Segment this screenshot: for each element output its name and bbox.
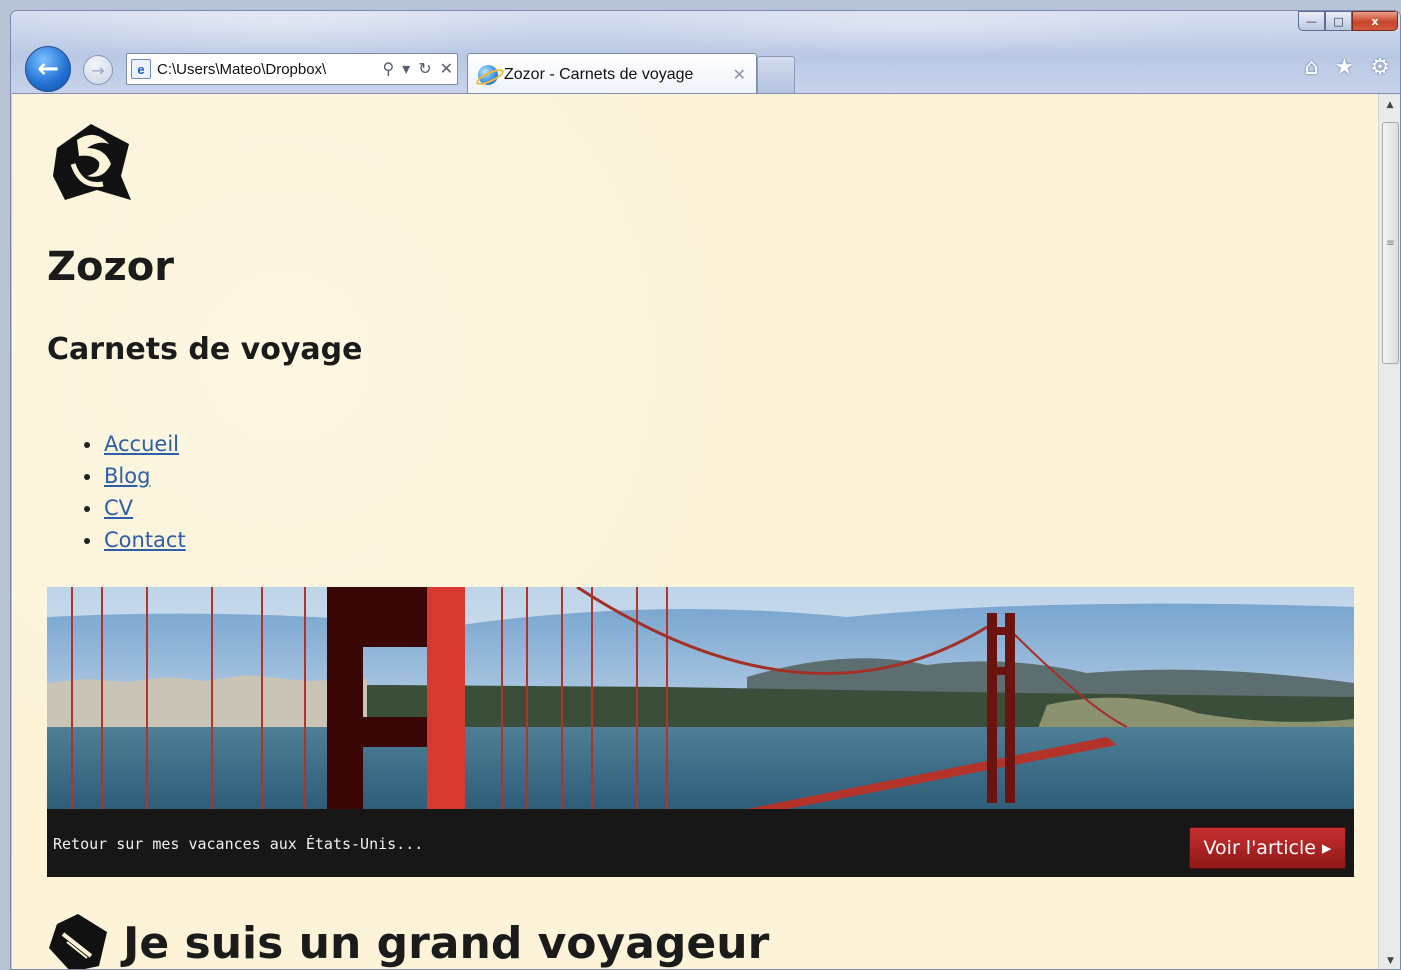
favorites-star-icon[interactable]: ★ <box>1335 55 1355 80</box>
close-window-button[interactable]: x <box>1352 11 1398 31</box>
site-title: Zozor <box>47 244 174 290</box>
maximize-button[interactable]: □ <box>1325 11 1352 31</box>
web-page: Zozor Carnets de voyage Accueil Blog CV … <box>12 94 1378 969</box>
tab-active[interactable]: Zozor - Carnets de voyage ✕ <box>467 53 757 95</box>
nav-item-accueil: Accueil <box>82 428 186 460</box>
nav-link-blog[interactable]: Blog <box>104 464 150 488</box>
nav-item-cv: CV <box>82 492 186 524</box>
main-nav: Accueil Blog CV Contact <box>82 428 186 556</box>
browser-tools: ⌂ ★ ⚙ <box>1305 55 1390 80</box>
scroll-down-icon[interactable]: ▼ <box>1379 950 1400 969</box>
scroll-thumb[interactable]: ≡ <box>1382 122 1399 364</box>
dropdown-icon[interactable]: ▾ <box>402 59 410 79</box>
address-text[interactable]: C:\Users\Mateo\Dropbox\ <box>157 61 376 78</box>
nav-item-blog: Blog <box>82 460 186 492</box>
arrow-right-icon: → <box>91 60 105 80</box>
section-title: Je suis un grand voyageur <box>123 917 770 969</box>
banner: Retour sur mes vacances aux États-Unis..… <box>47 587 1354 877</box>
page-icon: e <box>131 59 151 79</box>
nav-link-contact[interactable]: Contact <box>104 528 186 552</box>
ie-logo-icon <box>478 64 498 85</box>
address-bar[interactable]: e C:\Users\Mateo\Dropbox\ ⚲ ▾ ↻ ✕ <box>126 53 458 85</box>
stop-icon[interactable]: ✕ <box>440 59 453 79</box>
page-viewport: Zozor Carnets de voyage Accueil Blog CV … <box>12 93 1400 969</box>
browser-window: — □ x ← → e C:\Users\Mateo\Dropbox\ ⚲ ▾ … <box>10 10 1401 970</box>
settings-gear-icon[interactable]: ⚙ <box>1370 55 1390 80</box>
section-heading: Je suis un grand voyageur <box>47 912 770 969</box>
window-controls: — □ x <box>1298 11 1398 33</box>
scroll-up-icon[interactable]: ▲ <box>1379 94 1400 116</box>
vertical-scrollbar[interactable]: ▲ ≡ ▼ <box>1378 94 1400 969</box>
forward-button[interactable]: → <box>83 55 113 85</box>
tab-close-icon[interactable]: ✕ <box>733 65 746 85</box>
refresh-icon[interactable]: ↻ <box>418 59 431 79</box>
golden-gate-bridge-image <box>47 587 1354 809</box>
caret-right-icon: ▸ <box>1321 837 1332 859</box>
back-button[interactable]: ← <box>25 46 71 92</box>
site-subtitle: Carnets de voyage <box>47 332 363 367</box>
travel-tag-icon <box>49 914 107 969</box>
minimize-button[interactable]: — <box>1298 11 1325 31</box>
search-icon[interactable]: ⚲ <box>382 59 394 79</box>
tab-title: Zozor - Carnets de voyage <box>504 65 694 83</box>
read-article-button[interactable]: Voir l'article ▸ <box>1189 827 1346 869</box>
arrow-left-icon: ← <box>37 54 59 84</box>
address-tools: ⚲ ▾ ↻ ✕ <box>382 59 453 79</box>
zozor-logo-icon <box>53 124 131 200</box>
nav-link-accueil[interactable]: Accueil <box>104 432 179 456</box>
nav-item-contact: Contact <box>82 524 186 556</box>
new-tab-button[interactable] <box>757 56 795 94</box>
banner-caption: Retour sur mes vacances aux États-Unis..… <box>53 835 424 853</box>
home-icon[interactable]: ⌂ <box>1305 55 1319 80</box>
read-article-label: Voir l'article <box>1203 837 1316 859</box>
nav-link-cv[interactable]: CV <box>104 496 133 520</box>
